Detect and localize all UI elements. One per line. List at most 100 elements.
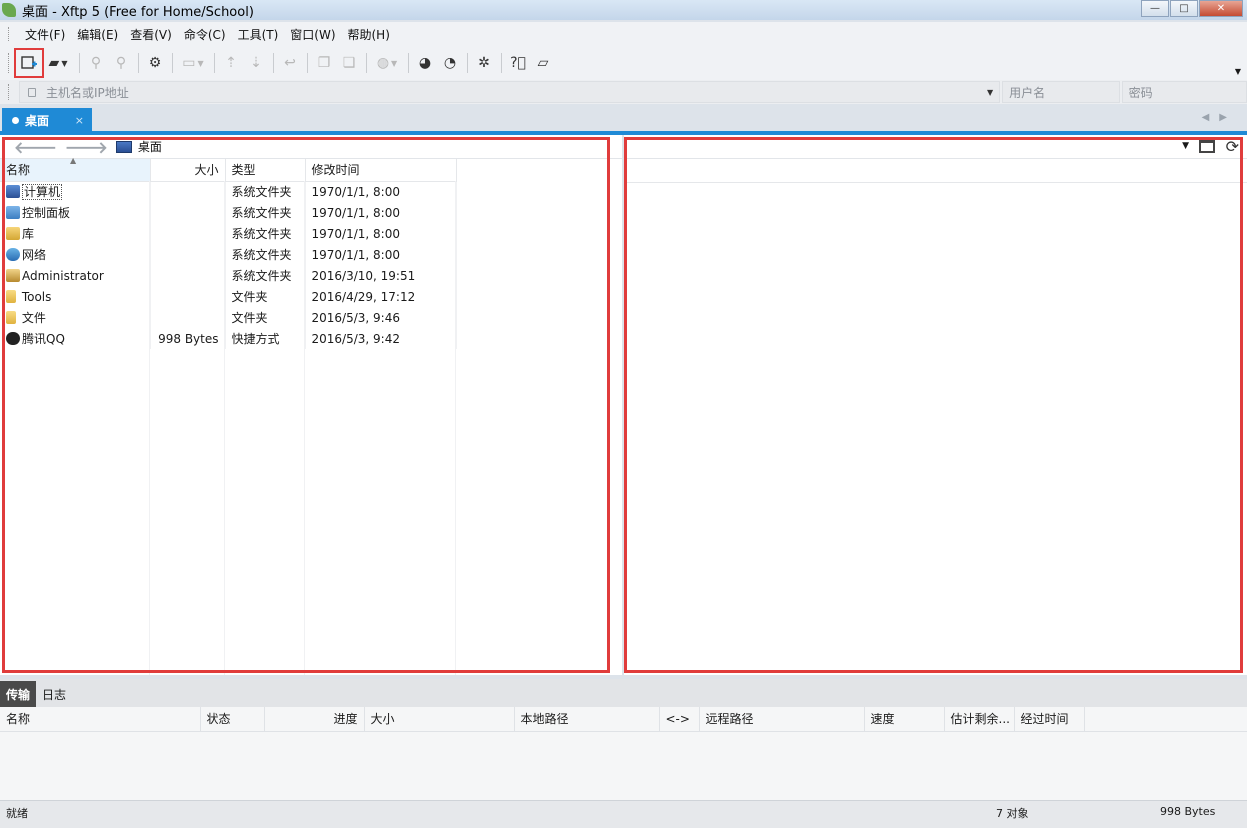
column-header-remote-path[interactable]: 远程路径 bbox=[699, 707, 865, 732]
terminal-button[interactable]: ▭ ▼ bbox=[177, 51, 209, 75]
file-size bbox=[150, 286, 226, 307]
copy-button[interactable]: ❐ bbox=[312, 51, 336, 75]
file-type: 系统文件夹 bbox=[225, 223, 306, 244]
session-properties-button[interactable]: ⚙ bbox=[143, 51, 167, 75]
xftp-button[interactable]: ◔ bbox=[438, 51, 462, 75]
toolbar: ▰ ▼ ⚲ ⚲ ⚙ ▭ ▼ ⇡ ⇣ ↩ ❐ ❏ ◍ ▼ ◕ ◔ ✲ ?⃝ ▱ ▼ bbox=[0, 46, 1247, 80]
disconnect-button[interactable]: ⚲ bbox=[109, 51, 133, 75]
menubar-grip[interactable] bbox=[8, 27, 11, 41]
chevron-down-icon[interactable]: ▼ bbox=[1182, 141, 1189, 151]
file-row[interactable]: Administrator 系统文件夹 2016/3/10, 19:51 bbox=[0, 265, 457, 286]
local-path[interactable]: 桌面 bbox=[138, 138, 162, 155]
sort-ascending-icon: ▲ bbox=[70, 156, 77, 165]
file-row[interactable]: Tools 文件夹 2016/4/29, 17:12 bbox=[0, 286, 457, 307]
forward-arrow-icon[interactable]: 🡒 bbox=[65, 137, 108, 157]
file-type: 系统文件夹 bbox=[225, 244, 306, 265]
options-button[interactable]: ✲ bbox=[472, 51, 496, 75]
column-name-label: 名称 bbox=[6, 163, 31, 178]
menu-view[interactable]: 查看(V) bbox=[124, 26, 178, 43]
toolbar-separator bbox=[214, 53, 215, 73]
menu-file[interactable]: 文件(F) bbox=[19, 26, 71, 43]
column-header-name[interactable]: 名称 bbox=[0, 707, 201, 732]
column-header-speed[interactable]: 速度 bbox=[864, 707, 945, 732]
username-input[interactable]: 用户名 bbox=[1002, 81, 1120, 103]
upload-button[interactable]: ⇡ bbox=[219, 51, 243, 75]
transfer-panel: 名称 状态 进度 大小 本地路径 <-> 远程路径 速度 估计剩余... 经过时… bbox=[0, 707, 1247, 800]
column-header-elapsed[interactable]: 经过时间 bbox=[1014, 707, 1085, 732]
help-button[interactable]: ?⃝ bbox=[506, 51, 530, 75]
remote-path-bar[interactable]: ▼ ⟳ bbox=[624, 135, 1247, 159]
tab-transfer[interactable]: 传输 bbox=[0, 681, 37, 707]
file-name: 文件 bbox=[21, 311, 46, 325]
file-size bbox=[150, 307, 226, 328]
control-panel-icon bbox=[6, 206, 20, 219]
tab-desktop[interactable]: 桌面 × bbox=[2, 108, 92, 132]
file-size bbox=[150, 244, 226, 265]
menu-window[interactable]: 窗口(W) bbox=[284, 26, 341, 43]
transfer-table: 名称 状态 进度 大小 本地路径 <-> 远程路径 速度 估计剩余... 经过时… bbox=[0, 707, 1247, 732]
tab-close-icon[interactable]: × bbox=[75, 114, 84, 127]
status-ready: 就绪 bbox=[6, 807, 28, 820]
menu-command[interactable]: 命令(C) bbox=[178, 26, 232, 43]
local-path-bar: 🡐 🡒 桌面 bbox=[0, 135, 622, 159]
speech-bubble-icon: ▱ bbox=[537, 55, 549, 71]
new-session-button[interactable] bbox=[14, 48, 44, 78]
file-modified: 2016/5/3, 9:46 bbox=[305, 307, 457, 328]
column-header-status[interactable]: 状态 bbox=[200, 707, 265, 732]
file-type: 文件夹 bbox=[225, 307, 306, 328]
close-button[interactable]: ✕ bbox=[1199, 0, 1243, 17]
bottom-tab-strip: 传输 日志 bbox=[0, 679, 1247, 707]
addressbar-grip[interactable] bbox=[8, 84, 11, 100]
download-button[interactable]: ⇣ bbox=[244, 51, 268, 75]
paste-button[interactable]: ❏ bbox=[337, 51, 361, 75]
encoding-button[interactable]: ◍ ▼ bbox=[371, 51, 403, 75]
window-controls: — □ ✕ bbox=[1140, 0, 1243, 17]
file-row[interactable]: 网络 系统文件夹 1970/1/1, 8:00 bbox=[0, 244, 457, 265]
window-title: 桌面 - Xftp 5 (Free for Home/School) bbox=[22, 4, 254, 20]
paste-icon: ❏ bbox=[342, 55, 356, 71]
maximize-button[interactable]: □ bbox=[1170, 0, 1198, 17]
column-header-modified[interactable]: 修改时间 bbox=[305, 159, 457, 182]
new-folder-icon[interactable] bbox=[1199, 139, 1215, 153]
toolbar-overflow-icon[interactable]: ▼ bbox=[1235, 67, 1241, 76]
chevron-down-icon[interactable]: ▼ bbox=[987, 88, 993, 97]
column-header-progress[interactable]: 进度 bbox=[264, 707, 365, 732]
open-session-button[interactable]: ▰ ▼ bbox=[42, 51, 74, 75]
file-modified: 2016/4/29, 17:12 bbox=[305, 286, 457, 307]
feedback-button[interactable]: ▱ bbox=[531, 51, 555, 75]
tab-log[interactable]: 日志 bbox=[36, 681, 72, 707]
file-row[interactable]: 控制面板 系统文件夹 1970/1/1, 8:00 bbox=[0, 202, 457, 223]
tab-scroll-arrows[interactable]: ◀▶ bbox=[1202, 112, 1237, 123]
new-session-icon bbox=[21, 56, 37, 69]
back-arrow-icon[interactable]: 🡐 bbox=[14, 137, 57, 157]
column-header-type[interactable]: 类型 bbox=[225, 159, 306, 182]
file-row[interactable]: 库 系统文件夹 1970/1/1, 8:00 bbox=[0, 223, 457, 244]
refresh-icon[interactable]: ⟳ bbox=[1226, 137, 1239, 156]
connect-button[interactable]: ⚲ bbox=[84, 51, 108, 75]
column-header-eta[interactable]: 估计剩余... bbox=[944, 707, 1015, 732]
file-row[interactable]: 计算机 系统文件夹 1970/1/1, 8:00 bbox=[0, 181, 457, 202]
connect-icon: ⚲ bbox=[90, 55, 102, 71]
host-input[interactable]: 主机名或IP地址 ▼ bbox=[18, 81, 1001, 103]
local-file-pane: 🡐 🡒 桌面 ▲ 名称 大小 类型 修改时间 计算机 系统文件夹 1970/1/1… bbox=[0, 135, 622, 675]
menu-tools[interactable]: 工具(T) bbox=[232, 26, 285, 43]
sync-button[interactable]: ↩ bbox=[278, 51, 302, 75]
terminal-icon: ▭ bbox=[182, 55, 196, 71]
password-input[interactable]: 密码 bbox=[1121, 81, 1247, 103]
file-row[interactable]: 文件 文件夹 2016/5/3, 9:46 bbox=[0, 307, 457, 328]
file-row[interactable]: 腾讯QQ 998 Bytes 快捷方式 2016/5/3, 9:42 bbox=[0, 328, 457, 349]
toolbar-grip[interactable] bbox=[8, 53, 11, 73]
minimize-button[interactable]: — bbox=[1141, 0, 1169, 17]
column-header-filler bbox=[1084, 707, 1247, 732]
file-type: 系统文件夹 bbox=[225, 181, 306, 202]
file-type: 文件夹 bbox=[225, 286, 306, 307]
menu-help[interactable]: 帮助(H) bbox=[342, 26, 396, 43]
column-header-size[interactable]: 大小 bbox=[364, 707, 515, 732]
column-header-local-path[interactable]: 本地路径 bbox=[514, 707, 660, 732]
column-header-direction[interactable]: <-> bbox=[659, 707, 700, 732]
column-header-size[interactable]: 大小 bbox=[150, 159, 226, 182]
column-header-name[interactable]: ▲ 名称 bbox=[0, 156, 151, 182]
menu-edit[interactable]: 编辑(E) bbox=[71, 26, 124, 43]
file-name: Tools bbox=[21, 289, 52, 304]
xshell-button[interactable]: ◕ bbox=[413, 51, 437, 75]
